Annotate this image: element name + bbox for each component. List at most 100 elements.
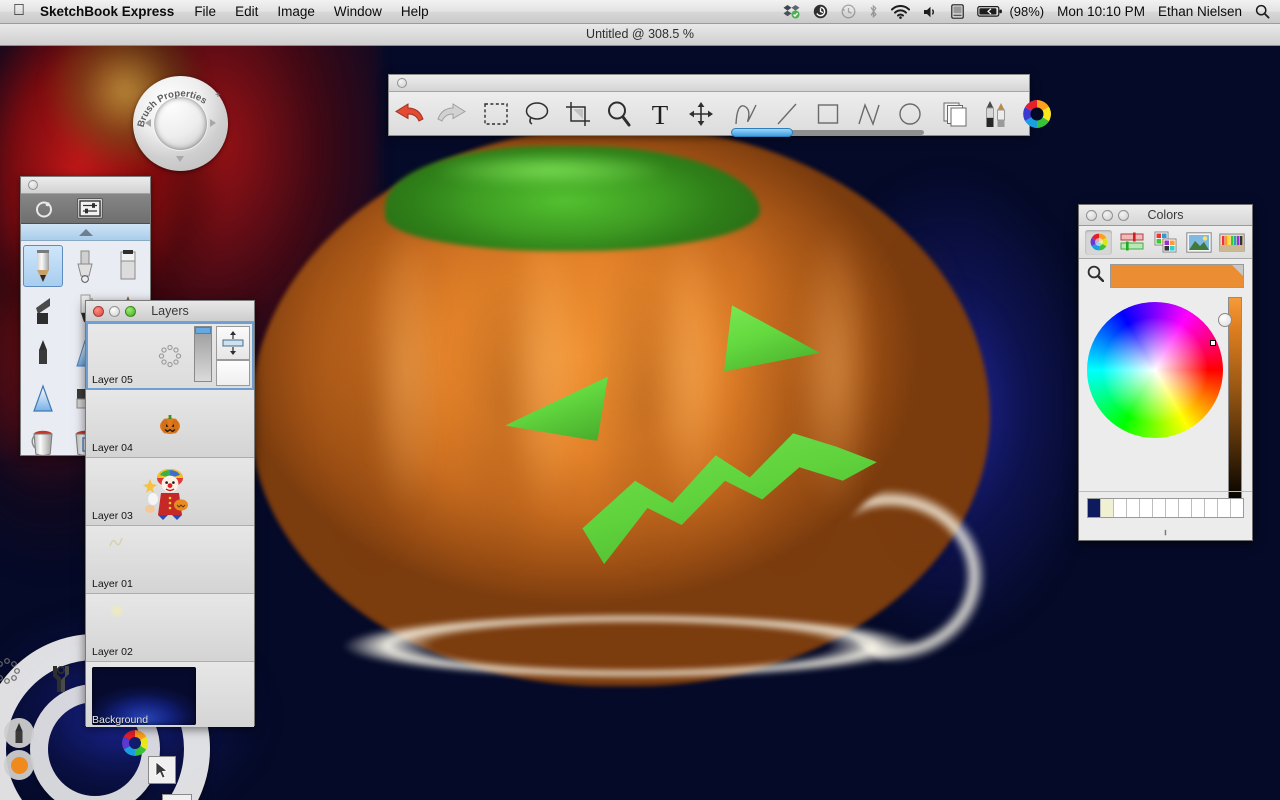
lagoon-brush-icon[interactable] xyxy=(4,718,34,748)
image-palette-mode[interactable] xyxy=(1185,230,1212,255)
text-tool[interactable]: T xyxy=(639,93,680,135)
lagoon-flip-icon[interactable] xyxy=(162,794,192,800)
wheel-marker-icon[interactable] xyxy=(1210,340,1216,346)
brush-puck-tab[interactable] xyxy=(31,198,57,219)
close-button-icon[interactable] xyxy=(28,180,38,190)
brush-settings-tab[interactable] xyxy=(77,198,103,219)
color-swatch-2[interactable] xyxy=(1114,499,1127,517)
color-swatch-4[interactable] xyxy=(1140,499,1153,517)
color-sliders-mode[interactable] xyxy=(1118,230,1145,255)
minimize-button-icon[interactable] xyxy=(109,305,120,317)
layers-panel-button[interactable] xyxy=(934,93,975,135)
table-row[interactable]: Layer 02 xyxy=(86,594,254,662)
spotlight-search-icon[interactable] xyxy=(1255,4,1270,19)
menu-user-name[interactable]: Ethan Nielsen xyxy=(1158,4,1242,19)
triangle-brush[interactable] xyxy=(23,377,63,419)
marker-brush[interactable] xyxy=(108,245,148,287)
brush-palette-collapse-bar[interactable] xyxy=(21,224,150,241)
color-wheel-area[interactable] xyxy=(1079,293,1252,513)
brush-palette-button[interactable] xyxy=(975,93,1016,135)
main-toolbar[interactable]: T xyxy=(388,74,1051,137)
brightness-slider[interactable] xyxy=(1228,297,1242,505)
layers-panel[interactable]: Layers Layer 05 Layer 04 Layer 03 Layer … xyxy=(85,300,255,727)
resize-grip-icon[interactable]: ╻ xyxy=(1079,525,1252,536)
bluetooth-icon[interactable] xyxy=(869,4,878,19)
colors-panel[interactable]: Colors ╻ xyxy=(1078,204,1253,541)
lasso-select-tool[interactable] xyxy=(516,93,557,135)
lagoon-color-wheel-icon[interactable] xyxy=(120,728,150,758)
color-swatch-10[interactable] xyxy=(1218,499,1231,517)
opacity-slider-icon[interactable] xyxy=(195,327,211,334)
color-swatch-8[interactable] xyxy=(1192,499,1205,517)
color-swatch-11[interactable] xyxy=(1231,499,1243,517)
history-icon[interactable] xyxy=(841,4,856,19)
zoom-button-icon[interactable] xyxy=(125,305,136,317)
table-row[interactable]: Layer 01 xyxy=(86,526,254,594)
table-row[interactable]: Layer 03 xyxy=(86,458,254,526)
current-color-swatch[interactable] xyxy=(1110,264,1244,288)
zoom-button-icon[interactable] xyxy=(1118,209,1129,221)
crop-tool[interactable] xyxy=(557,93,598,135)
rectangle-select-tool[interactable] xyxy=(475,93,516,135)
brush-properties-puck[interactable]: Brush Properties + xyxy=(133,76,228,171)
rectangle-tool[interactable] xyxy=(807,93,848,135)
layer-reorder-button[interactable] xyxy=(216,326,250,360)
toolbar-titlebar[interactable] xyxy=(389,75,1029,92)
menu-item-edit[interactable]: Edit xyxy=(235,4,258,19)
color-swatch-5[interactable] xyxy=(1153,499,1166,517)
color-swatch-7[interactable] xyxy=(1179,499,1192,517)
color-swatch-0[interactable] xyxy=(1088,499,1101,517)
color-swatch-strip[interactable] xyxy=(1087,498,1244,518)
volume-icon[interactable] xyxy=(923,5,938,19)
ellipse-tool[interactable] xyxy=(889,93,930,135)
colors-titlebar[interactable]: Colors xyxy=(1079,205,1252,226)
minimize-button-icon[interactable] xyxy=(1102,209,1113,221)
display-icon[interactable] xyxy=(951,4,965,19)
wifi-icon[interactable] xyxy=(891,4,911,19)
layers-list[interactable]: Layer 05 Layer 04 Layer 03 Layer 01 Laye… xyxy=(86,322,254,727)
layers-titlebar[interactable]: Layers xyxy=(86,301,254,322)
crayons-mode[interactable] xyxy=(1219,230,1246,255)
lagoon-tools-icon[interactable] xyxy=(44,662,78,696)
color-editor-button[interactable] xyxy=(1016,93,1057,135)
menu-app-name[interactable]: SketchBook Express xyxy=(40,4,174,19)
color-swatch-9[interactable] xyxy=(1205,499,1218,517)
table-row[interactable]: Background xyxy=(86,662,254,727)
menu-item-help[interactable]: Help xyxy=(401,4,429,19)
menu-clock[interactable]: Mon 10:10 PM xyxy=(1057,4,1145,19)
color-picker-magnifier-icon[interactable] xyxy=(1087,265,1105,287)
table-row[interactable]: Layer 04 xyxy=(86,390,254,458)
soft-brush[interactable] xyxy=(23,333,63,375)
chisel-brush[interactable] xyxy=(23,289,63,331)
shape-size-slider[interactable] xyxy=(731,128,924,137)
move-tool[interactable] xyxy=(680,93,721,135)
battery-icon[interactable] xyxy=(977,5,1003,18)
zoom-tool[interactable] xyxy=(598,93,639,135)
paint-bucket[interactable] xyxy=(23,421,63,463)
color-swatch-3[interactable] xyxy=(1127,499,1140,517)
color-swatch-1[interactable] xyxy=(1101,499,1114,517)
color-wheel-mode[interactable] xyxy=(1085,229,1113,255)
pencil-brush[interactable] xyxy=(23,245,64,287)
timemachine-icon[interactable] xyxy=(813,4,828,19)
close-button-icon[interactable] xyxy=(93,305,104,317)
layer-extra-button[interactable] xyxy=(216,360,250,386)
color-swatch-6[interactable] xyxy=(1166,499,1179,517)
dropbox-icon[interactable] xyxy=(783,4,800,19)
polyline-tool[interactable] xyxy=(848,93,889,135)
apple-logo-icon[interactable]:  xyxy=(13,2,25,19)
airbrush-brush[interactable] xyxy=(65,245,105,287)
undo-button[interactable] xyxy=(389,93,430,135)
menu-item-file[interactable]: File xyxy=(194,4,216,19)
redo-button[interactable] xyxy=(430,93,471,135)
close-button-icon[interactable] xyxy=(1086,209,1097,221)
menu-item-window[interactable]: Window xyxy=(334,4,382,19)
close-button-icon[interactable] xyxy=(397,78,407,88)
lagoon-select-icon[interactable] xyxy=(148,756,176,784)
brush-palette-titlebar[interactable] xyxy=(21,177,150,194)
document-title-bar[interactable]: Untitled @ 308.5 % xyxy=(0,24,1280,46)
color-wheel[interactable] xyxy=(1087,302,1223,438)
layer-opacity-slider[interactable] xyxy=(194,326,212,382)
lagoon-color-dot[interactable] xyxy=(4,750,34,780)
brightness-slider-knob-icon[interactable] xyxy=(1218,313,1232,327)
